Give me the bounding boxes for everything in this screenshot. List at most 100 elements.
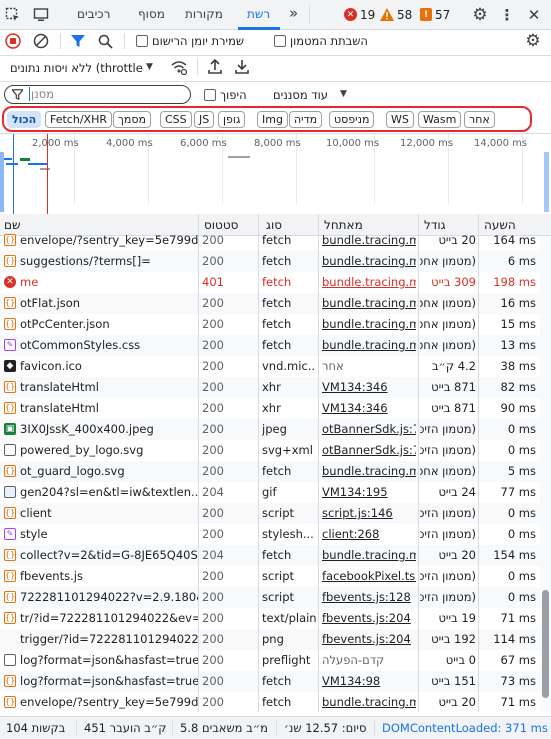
tab-sources[interactable]: מקורות [185,7,223,21]
chip-img[interactable]: Img [257,111,288,128]
table-row[interactable]: {} otPcCenter.json 200 fetch bundle.tracing.… [0,314,540,335]
request-initiator[interactable]: bundle.tracing.min [322,275,416,289]
table-row[interactable]: ◆ favicon.ico 200 vnd.mic... אחר 4.2 ק״ב 38 ms [0,356,540,377]
table-row[interactable]: {} log?format=json&hasfast=true... 200 fetc… [0,671,540,692]
chip-ws[interactable]: WS [386,111,414,128]
table-row[interactable]: {} otFlat.json 200 fetch bundle.tracing.min (… [0,293,540,314]
table-row[interactable]: {} envelope/?sentry_key=5e799d... 200 fetch… [0,692,540,713]
table-row[interactable]: {} translateHtml 200 xhr VM134:346 871 בייט 90… [0,398,540,419]
error-count[interactable]: 19 [360,8,375,22]
request-initiator[interactable]: fbevents.js:204 [322,611,416,625]
throttle-select[interactable]: ללא ויסות נתונים (throttle [10,61,143,75]
request-size: 20 בייט [438,548,476,562]
chevron-down-icon[interactable]: ▼ [340,89,347,99]
request-initiator[interactable]: bundle.tracing.min [322,296,416,310]
column-divider[interactable] [258,214,259,712]
invert-checkbox[interactable] [204,89,216,101]
network-settings-gear-icon[interactable]: ⚙ [523,31,543,51]
table-row[interactable]: trigger/?id=722281101294022... 200 png fbev… [0,629,540,650]
tab-network[interactable]: רשת [247,7,270,21]
request-initiator[interactable]: otBannerSdk.js:7 [322,422,416,436]
table-row[interactable]: {} fbevents.js 200 script facebookPixel.ts:4… [0,566,540,587]
table-row[interactable]: {} 722281101294022?v=2.9.180&... 200 script… [0,587,540,608]
warning-count[interactable]: 58 [397,8,412,22]
scrollbar-thumb[interactable] [542,590,549,698]
filter-input-placeholder[interactable]: מסנן [31,87,54,101]
request-type: fetch [262,548,292,562]
request-initiator[interactable]: bundle.tracing.min [322,254,416,268]
disable-cache-checkbox[interactable] [274,35,286,47]
table-row[interactable]: {} collect?v=2&tid=G-8JE65Q40S... 204 fetch… [0,545,540,566]
settings-gear-icon[interactable]: ⚙ [470,5,490,25]
chip-media[interactable]: מדיה [289,111,323,128]
table-row[interactable]: powered_by_logo.svg 200 svg+xml otBannerSdk… [0,440,540,461]
more-options-icon[interactable]: ⋮ [497,5,517,25]
filter-funnel-icon[interactable] [70,33,86,49]
chip-wasm[interactable]: Wasm [418,111,462,128]
export-har-icon[interactable] [234,58,250,74]
device-toolbar-icon[interactable] [32,6,50,24]
network-conditions-icon[interactable] [170,58,188,76]
request-initiator[interactable]: VM134:195 [322,485,416,499]
table-row[interactable]: {} tr/?id=722281101294022&ev=... 200 text/p… [0,608,540,629]
request-initiator[interactable]: bundle.tracing.min [322,464,416,478]
request-initiator[interactable]: fbevents.js:204 [322,632,416,646]
request-initiator[interactable]: bundle.tracing.min [322,338,416,352]
request-initiator[interactable]: bundle.tracing.min [322,695,416,709]
table-row[interactable]: ✎ style 200 stylesh... client:268 (מטמון הזיכ… [0,524,540,545]
chip-other[interactable]: אחר [464,111,495,128]
table-row[interactable]: ✕ me 401 fetch bundle.tracing.min 309 בייט 198… [0,272,540,293]
inspect-element-icon[interactable] [4,6,22,24]
chip-fetch-xhr[interactable]: Fetch/XHR [45,111,112,128]
column-divider[interactable] [418,214,419,712]
issues-count[interactable]: 57 [435,8,450,22]
request-initiator[interactable]: bundle.tracing.min [322,548,416,562]
column-divider[interactable] [478,214,479,712]
chip-css[interactable]: CSS [160,111,192,128]
css-icon: ✎ [4,339,16,351]
table-row[interactable]: {} envelope/?sentry_key=5e799d... 200 fetch… [0,230,540,251]
request-time: 198 ms [493,275,536,289]
preserve-log-checkbox[interactable] [136,35,148,47]
request-initiator[interactable]: VM134:346 [322,401,416,415]
tab-console[interactable]: מסוף [138,7,165,21]
chip-font[interactable]: גופן [218,111,246,128]
table-row[interactable]: {} ot_guard_logo.svg 200 fetch bundle.tracin… [0,461,540,482]
column-divider[interactable] [198,214,199,712]
request-initiator[interactable]: VM134:98 [322,674,416,688]
clear-icon[interactable] [33,33,49,49]
table-row[interactable]: {} client 200 script script.js:146 (מטמון הזי… [0,503,540,524]
table-row[interactable]: ▣ 3IX0JssK_400x400.jpeg 200 jpeg otBannerSdk… [0,419,540,440]
column-divider[interactable] [318,214,319,712]
table-row[interactable]: gen204?sl=en&tl=iw&textlen... 204 gif VM134… [0,482,540,503]
chevron-down-icon[interactable]: ▼ [146,62,153,72]
request-initiator[interactable]: client:268 [322,527,416,541]
record-stop-icon[interactable] [5,33,21,49]
request-initiator[interactable]: VM134:346 [322,380,416,394]
close-devtools-icon[interactable]: ✕ [524,5,544,25]
more-tabs-button[interactable]: » [289,4,298,22]
more-filters-button[interactable]: עוד מסננים [273,88,328,102]
search-icon[interactable] [97,33,113,49]
tab-elements[interactable]: רכיבים [77,7,110,21]
chip-all[interactable]: הכול [7,111,42,128]
request-initiator[interactable]: bundle.tracing.min [322,317,416,331]
divider [309,6,310,24]
chip-doc[interactable]: מסמך [113,111,151,128]
overview-tick-label: 14,000 ms [474,138,528,149]
table-row[interactable]: {} translateHtml 200 xhr VM134:346 871 בייט 82… [0,377,540,398]
request-initiator[interactable]: script.js:146 [322,506,416,520]
request-initiator[interactable]: bundle.tracing.min [322,233,416,247]
table-row[interactable]: log?format=json&hasfast=true... 200 prefli… [0,650,540,671]
filter-input-wrapper[interactable]: מסנן [4,85,191,104]
table-row[interactable]: {} suggestions/?terms[]= 200 fetch bundle.tr… [0,251,540,272]
request-initiator[interactable]: otBannerSdk.js:7 [322,443,416,457]
table-row[interactable]: ✎ otCommonStyles.css 200 fetch bundle.tracin… [0,335,540,356]
request-initiator[interactable]: facebookPixel.ts:4 [322,569,416,583]
chip-manifest[interactable]: מניפסט [329,111,375,128]
import-har-icon[interactable] [207,58,223,74]
request-initiator[interactable]: fbevents.js:128 [322,590,416,604]
chip-js[interactable]: JS [194,111,215,128]
vertical-scrollbar[interactable] [540,236,551,712]
request-size: 192 בייט [431,632,476,646]
